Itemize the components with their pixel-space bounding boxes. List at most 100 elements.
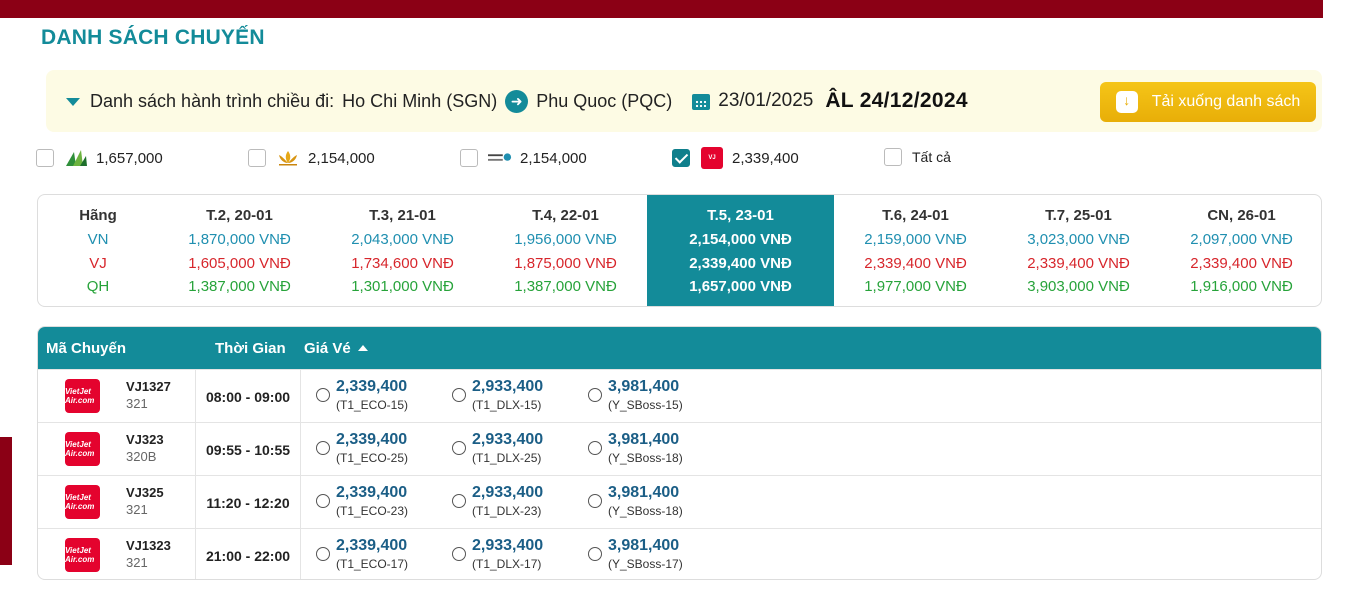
fare-class: (T1_DLX-23) <box>472 504 542 518</box>
calendar-day[interactable]: CN, 26-01 2,097,000 VNĐ 2,339,400 VNĐ 1,… <box>1160 195 1321 306</box>
vn-price: 2,154,000 VNĐ <box>689 231 792 248</box>
flight-time: 11:20 - 12:20 <box>206 495 290 511</box>
filter-price: 1,657,000 <box>96 149 163 167</box>
filter-pacific-airlines[interactable]: 2,154,000 <box>460 148 587 168</box>
fare-class: (T1_ECO-25) <box>336 451 409 465</box>
radio-button[interactable] <box>588 494 602 508</box>
filter-vietnam-airlines[interactable]: 2,154,000 <box>248 148 375 168</box>
flights-table: Mã Chuyến Thời Gian Giá Vé VietJet Air.c… <box>37 326 1322 580</box>
bamboo-airways-logo-icon <box>64 148 88 168</box>
vietjet-logo-icon: VietJet Air.com <box>65 538 100 572</box>
day-label: T.5, 23-01 <box>707 207 774 224</box>
header-price[interactable]: Giá Vé <box>304 340 351 357</box>
calendar-icon <box>692 92 711 110</box>
fare-class: (Y_SBoss-17) <box>608 557 683 571</box>
destination-city: Phu Quoc (PQC) <box>536 90 673 111</box>
calendar-day[interactable]: T.2, 20-01 1,870,000 VNĐ 1,605,000 VNĐ 1… <box>158 195 321 306</box>
flight-time: 09:55 - 10:55 <box>205 442 291 458</box>
qh-price: 1,657,000 VNĐ <box>689 278 792 295</box>
aircraft-type: 320B <box>126 449 157 464</box>
calendar-day[interactable]: T.6, 24-01 2,159,000 VNĐ 2,339,400 VNĐ 1… <box>834 195 997 306</box>
day-label: T.3, 21-01 <box>369 207 436 224</box>
radio-button[interactable] <box>316 547 330 561</box>
fare-class: (Y_SBoss-15) <box>608 398 683 412</box>
checkbox[interactable] <box>884 148 902 166</box>
filter-price: 2,339,400 <box>732 149 799 167</box>
filter-bamboo[interactable]: 1,657,000 <box>36 148 163 168</box>
day-label: T.2, 20-01 <box>206 207 273 224</box>
page-title: DANH SÁCH CHUYẾN <box>41 26 265 49</box>
flight-time: 08:00 - 09:00 <box>205 389 291 405</box>
radio-button[interactable] <box>452 547 466 561</box>
qh-price: 1,387,000 VNĐ <box>514 278 617 295</box>
vj-price: 2,339,400 VNĐ <box>689 255 792 272</box>
day-label: CN, 26-01 <box>1207 207 1276 224</box>
radio-button[interactable] <box>588 388 602 402</box>
download-button-label: Tải xuống danh sách <box>1151 93 1301 110</box>
checkbox[interactable] <box>36 149 54 167</box>
fare-class: (T1_ECO-23) <box>336 504 409 518</box>
calendar-header-airline: Hãng <box>79 207 117 224</box>
route-label: Danh sách hành trình chiều đi: <box>90 90 335 111</box>
fare-price: 3,981,400 <box>608 484 680 501</box>
flights-table-header: Mã Chuyến Thời Gian Giá Vé <box>38 327 1321 369</box>
radio-button[interactable] <box>316 494 330 508</box>
side-brand-bar <box>0 437 12 565</box>
route-banner: Danh sách hành trình chiều đi: Ho Chi Mi… <box>46 70 1322 132</box>
radio-button[interactable] <box>452 441 466 455</box>
vj-price: 2,339,400 VNĐ <box>864 255 967 272</box>
price-calendar: Hãng VN VJ QH T.2, 20-01 1,870,000 VNĐ 1… <box>37 194 1322 307</box>
table-row: VietJet Air.com VJ323 320B 09:55 - 10:55… <box>38 422 1321 475</box>
chevron-down-icon[interactable] <box>66 98 80 106</box>
radio-button[interactable] <box>452 388 466 402</box>
fare-price: 3,981,400 <box>608 378 680 395</box>
checkbox[interactable] <box>248 149 266 167</box>
arrow-right-icon: ➜ <box>505 89 529 113</box>
flight-number: VJ1323 <box>126 538 171 553</box>
fare-price: 2,339,400 <box>336 378 408 395</box>
sort-ascending-icon[interactable] <box>358 345 368 351</box>
radio-button[interactable] <box>452 494 466 508</box>
calendar-airline-column: Hãng VN VJ QH <box>38 195 158 306</box>
calendar-day[interactable]: T.7, 25-01 3,023,000 VNĐ 2,339,400 VNĐ 3… <box>997 195 1160 306</box>
flight-number: VJ323 <box>126 432 164 447</box>
aircraft-type: 321 <box>126 555 148 570</box>
table-row: VietJet Air.com VJ1323 321 21:00 - 22:00… <box>38 528 1321 579</box>
download-list-button[interactable]: Tải xuống danh sách <box>1100 82 1316 122</box>
radio-button[interactable] <box>316 441 330 455</box>
radio-button[interactable] <box>316 388 330 402</box>
calendar-day-selected[interactable]: T.5, 23-01 2,154,000 VNĐ 2,339,400 VNĐ 1… <box>647 195 834 306</box>
vietnam-airlines-lotus-icon <box>276 148 300 168</box>
fare-class: (T1_ECO-15) <box>336 398 409 412</box>
vn-price: 1,956,000 VNĐ <box>514 231 617 248</box>
vietjet-logo-icon: VietJet Air.com <box>65 432 100 466</box>
fare-class: (T1_ECO-17) <box>336 557 409 571</box>
qh-price: 1,387,000 VNĐ <box>188 278 291 295</box>
fare-class: (T1_DLX-15) <box>472 398 542 412</box>
filter-all[interactable]: Tất cả <box>884 148 951 166</box>
filter-price: 2,154,000 <box>308 149 375 167</box>
filter-vietjet[interactable]: VJ 2,339,400 <box>672 147 799 169</box>
calendar-day[interactable]: T.4, 22-01 1,956,000 VNĐ 1,875,000 VNĐ 1… <box>484 195 647 306</box>
vn-price: 3,023,000 VNĐ <box>1027 231 1130 248</box>
departure-date: 23/01/2025 <box>718 90 814 111</box>
day-label: T.6, 24-01 <box>882 207 949 224</box>
flight-time: 21:00 - 22:00 <box>205 548 291 564</box>
flight-number: VJ1327 <box>126 379 171 394</box>
vn-price: 1,870,000 VNĐ <box>188 231 291 248</box>
day-label: T.7, 25-01 <box>1045 207 1112 224</box>
fare-price: 2,933,400 <box>472 378 544 395</box>
lunar-date: ÂL 24/12/2024 <box>825 89 968 112</box>
top-brand-bar <box>0 0 1323 18</box>
qh-price: 1,977,000 VNĐ <box>864 278 967 295</box>
airline-code: QH <box>86 278 110 295</box>
header-time: Thời Gian <box>215 340 286 357</box>
checkbox-checked[interactable] <box>672 149 690 167</box>
aircraft-type: 321 <box>126 502 148 517</box>
checkbox[interactable] <box>460 149 478 167</box>
radio-button[interactable] <box>588 547 602 561</box>
radio-button[interactable] <box>588 441 602 455</box>
pacific-airlines-logo-icon <box>488 148 512 168</box>
calendar-day[interactable]: T.3, 21-01 2,043,000 VNĐ 1,734,600 VNĐ 1… <box>321 195 484 306</box>
qh-price: 3,903,000 VNĐ <box>1027 278 1130 295</box>
